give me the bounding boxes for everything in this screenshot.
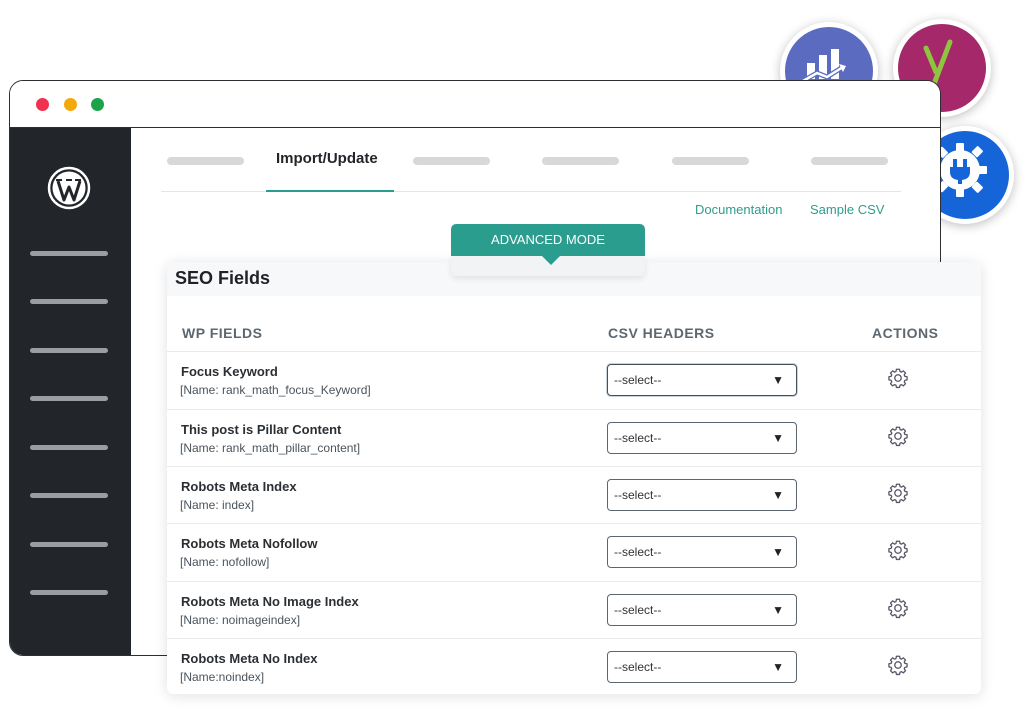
csv-header-select[interactable]: --select-- ▼ xyxy=(607,364,797,396)
column-header-wp-fields: WP FIELDS xyxy=(182,325,263,341)
caret-down-icon: ▼ xyxy=(772,373,784,387)
field-label: Robots Meta Index xyxy=(181,479,297,494)
select-value: --select-- xyxy=(614,660,662,674)
select-value: --select-- xyxy=(614,373,662,387)
select-value: --select-- xyxy=(614,603,662,617)
sidebar-menu-item[interactable] xyxy=(30,445,108,450)
select-value: --select-- xyxy=(614,488,662,502)
tab-placeholder[interactable] xyxy=(413,157,490,165)
table-row: Focus Keyword [Name: rank_math_focus_Keyw… xyxy=(167,351,981,409)
column-header-csv-headers: CSV HEADERS xyxy=(608,325,715,341)
tab-placeholder[interactable] xyxy=(542,157,619,165)
advanced-mode-caret xyxy=(542,256,560,265)
caret-down-icon: ▼ xyxy=(772,660,784,674)
sidebar-menu-item[interactable] xyxy=(30,542,108,547)
sidebar-menu-item[interactable] xyxy=(30,493,108,498)
sidebar-menu-item[interactable] xyxy=(30,590,108,595)
field-label: Robots Meta Nofollow xyxy=(181,536,318,551)
table-row: This post is Pillar Content [Name: rank_m… xyxy=(167,409,981,467)
csv-header-select[interactable]: --select-- ▼ xyxy=(607,479,797,511)
select-value: --select-- xyxy=(614,545,662,559)
gear-icon[interactable] xyxy=(887,539,909,561)
sidebar-menu-item[interactable] xyxy=(30,396,108,401)
table-row: Robots Meta Index [Name: index] --select--… xyxy=(167,466,981,524)
caret-down-icon: ▼ xyxy=(772,431,784,445)
field-key: [Name: index] xyxy=(180,498,255,512)
csv-header-select[interactable]: --select-- ▼ xyxy=(607,422,797,454)
field-key: [Name: rank_math_focus_Keyword] xyxy=(180,383,371,397)
admin-sidebar xyxy=(10,128,131,655)
caret-down-icon: ▼ xyxy=(772,488,784,502)
csv-header-select[interactable]: --select-- ▼ xyxy=(607,651,797,683)
sidebar-menu-item[interactable] xyxy=(30,348,108,353)
close-window-dot[interactable] xyxy=(36,98,49,111)
active-tab-indicator xyxy=(266,190,394,192)
field-label: Robots Meta No Image Index xyxy=(181,594,359,609)
advanced-mode-button[interactable]: ADVANCED MODE xyxy=(451,224,645,256)
field-key: [Name:noindex] xyxy=(180,670,265,684)
sidebar-menu-item[interactable] xyxy=(30,251,108,256)
gear-icon[interactable] xyxy=(887,482,909,504)
field-label: Focus Keyword xyxy=(181,364,278,379)
window-titlebar xyxy=(10,81,940,128)
documentation-link[interactable]: Documentation xyxy=(695,202,782,217)
sample-csv-link[interactable]: Sample CSV xyxy=(810,202,884,217)
column-header-actions: ACTIONS xyxy=(872,325,939,341)
gear-icon[interactable] xyxy=(887,425,909,447)
tab-placeholder[interactable] xyxy=(672,157,749,165)
csv-header-select[interactable]: --select-- ▼ xyxy=(607,536,797,568)
field-key: [Name: rank_math_pillar_content] xyxy=(180,441,361,455)
card-title: SEO Fields xyxy=(175,268,271,288)
gear-icon[interactable] xyxy=(887,654,909,676)
tab-placeholder[interactable] xyxy=(167,157,244,165)
minimize-window-dot[interactable] xyxy=(64,98,77,111)
table-row: Robots Meta Nofollow [Name: nofollow] --se… xyxy=(167,523,981,581)
maximize-window-dot[interactable] xyxy=(91,98,104,111)
wordpress-icon xyxy=(47,166,91,210)
field-label: This post is Pillar Content xyxy=(181,422,342,437)
select-value: --select-- xyxy=(614,431,662,445)
field-label: Robots Meta No Index xyxy=(181,651,318,666)
tab-import-update[interactable]: Import/Update xyxy=(276,150,378,167)
csv-header-select[interactable]: --select-- ▼ xyxy=(607,594,797,626)
field-key: [Name: nofollow] xyxy=(180,555,270,569)
sidebar-menu-item[interactable] xyxy=(30,299,108,304)
caret-down-icon: ▼ xyxy=(772,603,784,617)
seo-fields-card: SEO Fields WP FIELDS CSV HEADERS ACTIONS… xyxy=(167,262,981,694)
gear-icon[interactable] xyxy=(887,367,909,389)
tab-placeholder[interactable] xyxy=(811,157,888,165)
table-row: Robots Meta No Index [Name:noindex] --sele… xyxy=(167,638,981,696)
table-row: Robots Meta No Image Index [Name: noimage… xyxy=(167,581,981,639)
field-key: [Name: noimageindex] xyxy=(180,613,301,627)
gear-icon[interactable] xyxy=(887,597,909,619)
caret-down-icon: ▼ xyxy=(772,545,784,559)
